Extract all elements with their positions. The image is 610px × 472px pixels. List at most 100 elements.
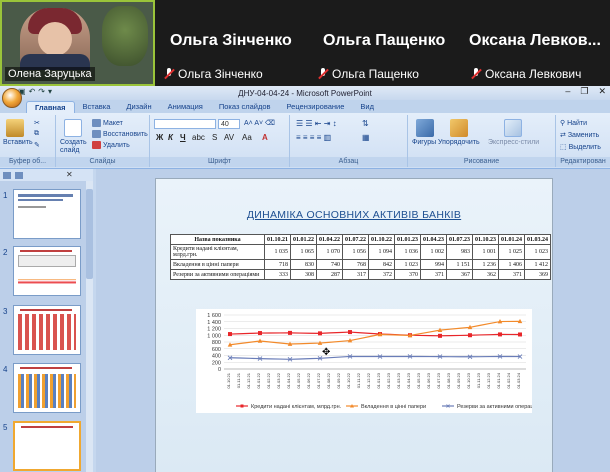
slide-number: 2 xyxy=(3,248,8,257)
find-button[interactable]: ⚲ Найти xyxy=(560,119,587,127)
value-cell: 1 070 xyxy=(316,244,343,260)
maximize-button[interactable]: ❐ xyxy=(580,86,588,97)
x-tick-label: 01.03.23 xyxy=(396,372,401,388)
video-tile-2[interactable]: Ольга Зінченко Ольга Зінченко xyxy=(160,0,310,86)
font-name-combo[interactable] xyxy=(154,119,216,129)
tab-insert[interactable]: Вставка xyxy=(75,101,119,113)
shapes-icon[interactable] xyxy=(416,119,434,137)
shapes-button[interactable]: Фигуры xyxy=(412,139,436,146)
video-tile-4[interactable]: Оксана Левков... Оксана Левкович xyxy=(465,0,610,86)
new-slide-button[interactable]: Создать слайд xyxy=(60,139,90,155)
slides-panel: ✕ 1 2 3 4 5 xyxy=(0,169,93,472)
value-cell: 1 412 xyxy=(524,259,551,270)
value-cell: 1 094 xyxy=(368,244,395,260)
value-cell: 287 xyxy=(316,269,343,280)
slides-tab-icon[interactable] xyxy=(3,171,11,179)
paste-button[interactable]: Вставить xyxy=(3,139,33,146)
current-slide[interactable]: ДИНАМІКА ОСНОВНИХ АКТИВІВ БАНКІВ Назва п… xyxy=(156,179,552,472)
format-painter-icon[interactable]: ✎ xyxy=(34,141,40,149)
customize-icon[interactable]: ▾ xyxy=(48,87,52,96)
ribbon: Вставить ✂ ⧉ ✎ Буфер об... Создать слайд… xyxy=(0,113,610,169)
new-slide-icon[interactable] xyxy=(64,119,82,137)
office-button[interactable] xyxy=(2,88,22,108)
participant-mic-label: Ольга Зінченко xyxy=(164,67,263,81)
delete-button[interactable]: Удалить xyxy=(92,141,130,149)
data-point xyxy=(348,330,352,335)
tab-review[interactable]: Рецензирование xyxy=(278,101,352,113)
video-tile-3[interactable]: Ольга Пащенко Ольга Пащенко xyxy=(315,0,460,86)
line-chart[interactable]: 0 200 400 600 800 1 000 1 200 1 400 1 600 01.10.2… xyxy=(196,309,545,413)
text-direction-icon[interactable]: ⇅ xyxy=(362,119,369,128)
participant-big-name: Ольга Пащенко xyxy=(323,32,446,49)
quick-styles-button[interactable]: Экспресс-стили xyxy=(488,139,539,146)
slide-thumbnail[interactable] xyxy=(13,246,81,296)
quick-styles-icon[interactable] xyxy=(504,119,522,137)
value-cell: 842 xyxy=(368,259,395,270)
scroll-thumb[interactable] xyxy=(86,189,93,279)
x-tick-label: 01.01.24 xyxy=(496,372,501,388)
undo-icon[interactable]: ↶ xyxy=(29,87,36,96)
panel-scrollbar[interactable] xyxy=(86,181,93,472)
value-cell: 372 xyxy=(368,269,395,280)
cut-icon[interactable]: ✂ xyxy=(34,119,40,127)
slide-thumbnail[interactable] xyxy=(13,363,81,413)
copy-icon[interactable]: ⧉ xyxy=(34,130,39,138)
font-color-button[interactable]: A xyxy=(262,133,268,142)
value-cell: 768 xyxy=(342,259,369,270)
video-tile-speaker[interactable]: Олена Заруцька xyxy=(0,0,155,86)
paste-icon[interactable] xyxy=(6,119,24,137)
italic-button[interactable]: К xyxy=(168,133,173,142)
tab-slideshow[interactable]: Показ слайдов xyxy=(211,101,279,113)
tab-home[interactable]: Главная xyxy=(26,101,75,113)
redo-icon[interactable]: ↷ xyxy=(38,87,45,96)
value-cell: 1 025 xyxy=(498,244,525,260)
replace-icon: ⇄ xyxy=(560,132,566,139)
spacing-button[interactable]: AV xyxy=(224,133,234,142)
bold-button[interactable]: Ж xyxy=(156,133,163,142)
slide-thumbnail-selected[interactable] xyxy=(13,421,81,471)
layout-button[interactable]: Макет xyxy=(92,119,123,127)
y-tick-label: 1 600 xyxy=(207,313,221,319)
value-cell: 740 xyxy=(316,259,343,270)
value-cell: 371 xyxy=(420,269,447,280)
underline-button[interactable]: Ч xyxy=(180,133,186,142)
close-button[interactable]: ✕ xyxy=(598,86,606,97)
group-label: Слайды xyxy=(56,157,149,167)
shadow-button[interactable]: S xyxy=(212,133,217,142)
font-size-combo[interactable]: 40 xyxy=(218,119,240,129)
grow-font-icon[interactable]: A˄ A˅ ⌫ xyxy=(244,119,275,127)
arrange-button[interactable]: Упорядочить xyxy=(438,139,480,146)
participant-video xyxy=(20,8,90,70)
data-table[interactable]: Назва показника 01.10.21 01.01.22 01.04.… xyxy=(170,234,551,280)
x-tick-label: 01.11.21 xyxy=(236,372,241,388)
case-button[interactable]: Aa xyxy=(242,133,252,142)
x-tick-label: 01.12.22 xyxy=(366,372,371,388)
group-editing: ⚲ Найти ⇄ Заменить ⬚ Выделить Редактиров… xyxy=(556,115,610,167)
minimize-button[interactable]: – xyxy=(565,86,570,97)
video-strip: Олена Заруцька Ольга Зінченко Ольга Зінч… xyxy=(0,0,610,86)
slide-thumbnail[interactable] xyxy=(13,189,81,239)
background-plant xyxy=(102,6,148,66)
list-buttons-icon[interactable]: ☰ ☰ ⇤ ⇥ ↕ xyxy=(296,119,337,128)
tab-view[interactable]: Вид xyxy=(352,101,382,113)
slide-title[interactable]: ДИНАМІКА ОСНОВНИХ АКТИВІВ БАНКІВ xyxy=(156,209,552,221)
select-button[interactable]: ⬚ Выделить xyxy=(560,143,601,151)
strike-button[interactable]: abc xyxy=(192,133,205,142)
series-line xyxy=(229,355,521,360)
outline-tab-icon[interactable] xyxy=(15,171,23,179)
align-buttons-icon[interactable]: ≡ ≡ ≡ ≡ ▥ xyxy=(296,133,331,142)
smartart-icon[interactable]: ▦ xyxy=(362,133,370,142)
slide-thumbnail[interactable] xyxy=(13,305,81,355)
close-panel-icon[interactable]: ✕ xyxy=(66,170,73,179)
tab-animation[interactable]: Анимация xyxy=(160,101,211,113)
data-point xyxy=(468,333,472,338)
replace-button[interactable]: ⇄ Заменить xyxy=(560,131,599,139)
value-cell: 333 xyxy=(264,269,291,280)
legend-label: Вкладення в цінні папери xyxy=(361,404,426,410)
mic-muted-icon xyxy=(471,68,481,80)
tab-design[interactable]: Дизайн xyxy=(118,101,159,113)
arrange-icon[interactable] xyxy=(450,119,468,137)
value-cell: 1 035 xyxy=(264,244,291,260)
value-cell: 1 023 xyxy=(394,259,421,270)
reset-button[interactable]: Восстановить xyxy=(92,130,148,138)
